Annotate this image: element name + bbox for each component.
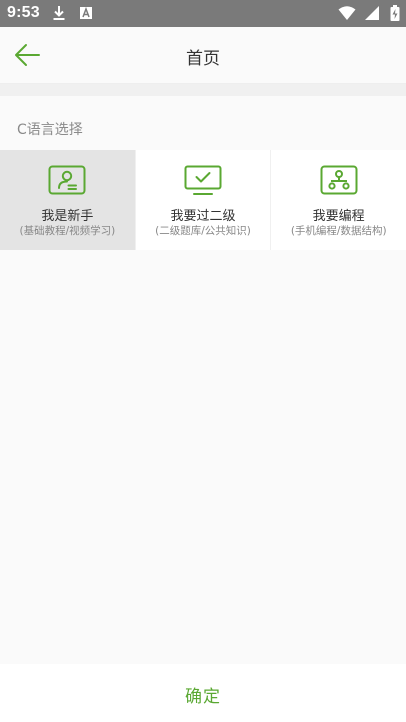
option-title: 我要编程 [312,209,365,224]
status-time: 9:53 [7,4,40,21]
wifi-icon [338,6,356,20]
status-system-icons [338,5,400,24]
section-divider [0,84,406,96]
battery-icon [390,5,400,21]
status-notification-icons [52,5,93,24]
confirm-button[interactable]: 确定 [0,664,406,722]
text-app-icon [80,6,93,19]
option-subtitle: (手机编程/数据结构) [290,225,387,237]
id-card-icon [48,165,86,195]
signal-icon [364,6,379,20]
network-icon [320,165,358,195]
options-grid: 我是新手 (基础教程/视频学习) 我要过二级 (二级题库/公共知识) 我要编程 … [0,150,406,250]
confirm-label: 确定 [185,687,221,707]
option-programming[interactable]: 我要编程 (手机编程/数据结构) [271,150,406,250]
page-title: 首页 [186,49,220,69]
option-subtitle: (二级题库/公共知识) [155,225,251,237]
option-title: 我要过二级 [170,209,236,224]
option-subtitle: (基础教程/视频学习) [19,225,116,237]
option-title: 我是新手 [41,209,94,224]
monitor-check-icon [184,165,222,195]
app-header: 首页 [0,27,406,84]
option-beginner[interactable]: 我是新手 (基础教程/视频学习) [0,150,136,250]
download-icon [53,6,65,20]
status-bar: 9:53 [0,0,406,27]
section-label: C语言选择 [17,122,83,138]
option-level-two[interactable]: 我要过二级 (二级题库/公共知识) [136,150,272,250]
